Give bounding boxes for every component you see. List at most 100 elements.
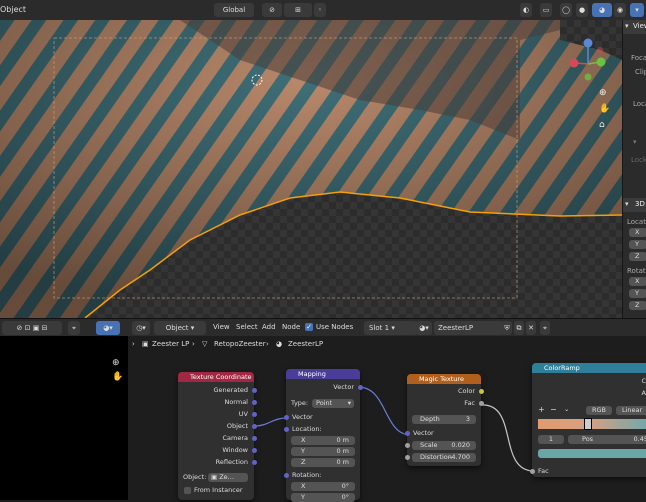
- zoom-icon[interactable]: ⊕: [112, 358, 120, 368]
- menu-select[interactable]: Select: [236, 323, 258, 331]
- color-ramp-gradient[interactable]: [538, 418, 646, 430]
- use-nodes-checkbox[interactable]: ✓: [305, 323, 313, 331]
- location-y-field[interactable]: Y 0 m: [291, 447, 355, 456]
- remove-stop-button[interactable]: −: [550, 405, 557, 414]
- object-field[interactable]: ▣ Ze...: [208, 473, 248, 482]
- stop-color-swatch[interactable]: [538, 449, 646, 458]
- output-object: Object: [226, 422, 248, 430]
- color-stop-handle[interactable]: [584, 418, 592, 430]
- input-vector: Vector: [292, 413, 313, 421]
- from-instancer-label: From Instancer: [194, 486, 243, 494]
- socket-normal[interactable]: [252, 400, 257, 405]
- chevron-down-icon[interactable]: ▾: [633, 138, 637, 146]
- chevron-down-icon[interactable]: ⌄: [564, 405, 569, 414]
- duplicate-icon[interactable]: ⧉: [514, 321, 524, 335]
- cursor-rotation-z[interactable]: Z: [629, 301, 646, 310]
- stop-position-field[interactable]: Pos 0.45: [568, 435, 646, 444]
- proportional-icon[interactable]: ◦: [314, 3, 326, 17]
- cursor-location-x[interactable]: X: [629, 228, 646, 237]
- editor-type-icons[interactable]: ⊘ ⊡ ▣ ⊟: [2, 321, 62, 335]
- color-ramp-node[interactable]: ColorRamp C A + − ⌄ RGB Linear 1 Pos 0.4…: [530, 363, 646, 477]
- shader-type-icon[interactable]: ◕▾: [96, 321, 120, 335]
- menu-node[interactable]: Node: [282, 323, 300, 331]
- cursor-rotation-x[interactable]: X: [629, 277, 646, 286]
- focal-label: Focal: [631, 54, 646, 62]
- socket-rotation[interactable]: [284, 473, 289, 478]
- socket-color-out[interactable]: [479, 389, 484, 394]
- socket-fac-out[interactable]: [479, 401, 484, 406]
- cursor-location-z[interactable]: Z: [629, 252, 646, 261]
- node-editor-canvas[interactable]: ⊕ ✋ › ▣ Zeester LP › ▽ RetopoZeester › ◕…: [112, 336, 646, 502]
- solid-shading-icon[interactable]: ●: [576, 3, 588, 17]
- socket-location[interactable]: [284, 427, 289, 432]
- socket-vector-in[interactable]: [284, 415, 289, 420]
- menu-view[interactable]: View: [213, 323, 230, 331]
- material-browse-icon[interactable]: ◕▾: [416, 321, 432, 335]
- 3d-cursor-panel-header[interactable]: ▾ 3D: [623, 198, 646, 212]
- breadcrumb-item-material[interactable]: ZeesterLP: [288, 340, 323, 348]
- socket-reflection[interactable]: [252, 460, 257, 465]
- shading-options-icon[interactable]: ▾: [630, 3, 644, 17]
- add-stop-button[interactable]: +: [538, 405, 545, 414]
- scale-field[interactable]: Scale 0.020: [412, 441, 476, 450]
- pivot-icon[interactable]: ⊘: [262, 3, 282, 17]
- wireframe-shading-icon[interactable]: ◯: [560, 3, 572, 17]
- field-label: Scale: [420, 441, 438, 449]
- interpolation-dropdown[interactable]: Linear: [616, 406, 646, 415]
- snap-icon[interactable]: ⊞: [284, 3, 312, 17]
- rotation-y-field[interactable]: Y 0°: [291, 493, 355, 502]
- material-name-field[interactable]: ZeesterLP: [434, 321, 504, 335]
- magic-texture-node[interactable]: Magic Texture Color Fac Depth 3 Vector S…: [405, 374, 484, 466]
- pin-icon[interactable]: ⌖: [68, 321, 80, 335]
- from-instancer-checkbox[interactable]: [184, 487, 191, 494]
- object-type-dropdown[interactable]: Object ▾: [154, 321, 206, 335]
- socket-object[interactable]: [252, 424, 257, 429]
- distortion-field[interactable]: Distortion -4.700: [412, 453, 476, 462]
- breadcrumb-item-mesh[interactable]: RetopoZeester: [214, 340, 266, 348]
- socket-window[interactable]: [252, 448, 257, 453]
- zoom-icon[interactable]: ⊕: [599, 88, 607, 98]
- fake-user-icon[interactable]: ⛨: [502, 321, 512, 335]
- xray-icon[interactable]: ▭: [540, 3, 552, 17]
- lock-label: Lock: [631, 156, 646, 164]
- mode-menu[interactable]: Object: [0, 0, 26, 20]
- texture-coordinate-node[interactable]: Texture Coordinate Generated Normal UV O…: [178, 372, 257, 500]
- slot-dropdown[interactable]: Slot 1 ▾: [364, 321, 417, 335]
- local-label: Local: [633, 100, 646, 108]
- color-mode-dropdown[interactable]: RGB: [586, 406, 612, 415]
- camera-view-icon[interactable]: ⌂: [599, 120, 605, 130]
- view-tab-label: View: [633, 22, 646, 30]
- object-icon[interactable]: ◷▾: [132, 321, 150, 335]
- type-dropdown[interactable]: Point ▾: [312, 399, 354, 408]
- depth-field[interactable]: Depth 3: [412, 415, 476, 424]
- socket-vector-in[interactable]: [405, 431, 410, 436]
- pin-icon[interactable]: ⌖: [540, 321, 550, 335]
- overlay-icon[interactable]: ◐: [520, 3, 532, 17]
- 3d-viewport[interactable]: ⊕ ✋ ⌂: [0, 20, 622, 318]
- stop-index-field[interactable]: 1: [538, 435, 564, 444]
- node-title: Magic Texture: [407, 374, 481, 384]
- socket-generated[interactable]: [252, 388, 257, 393]
- cursor-location-y[interactable]: Y: [629, 240, 646, 249]
- pan-hand-icon[interactable]: ✋: [112, 372, 123, 382]
- socket-scale-in[interactable]: [405, 443, 410, 448]
- cursor-rotation-y[interactable]: Y: [629, 289, 646, 298]
- view-panel-header[interactable]: ▾ View: [623, 20, 646, 34]
- material-shading-icon[interactable]: ◕: [592, 3, 612, 17]
- mapping-node[interactable]: Mapping Vector Type: Point ▾ Vector Loca…: [284, 369, 363, 502]
- socket-camera[interactable]: [252, 436, 257, 441]
- location-z-field[interactable]: Z 0 m: [291, 458, 355, 467]
- socket-distortion-in[interactable]: [405, 455, 410, 460]
- socket-fac-in[interactable]: [530, 469, 535, 474]
- breadcrumb-item-object[interactable]: Zeester LP: [152, 340, 189, 348]
- pan-hand-icon[interactable]: ✋: [599, 104, 610, 114]
- rotation-label: Rotation: [627, 267, 646, 275]
- close-icon[interactable]: ✕: [526, 321, 536, 335]
- rotation-x-field[interactable]: X 0°: [291, 482, 355, 491]
- rendered-shading-icon[interactable]: ◉: [614, 3, 626, 17]
- orientation-dropdown[interactable]: Global: [214, 3, 254, 17]
- socket-uv[interactable]: [252, 412, 257, 417]
- socket-vector-out[interactable]: [358, 385, 363, 390]
- menu-add[interactable]: Add: [262, 323, 276, 331]
- location-x-field[interactable]: X 0 m: [291, 436, 355, 445]
